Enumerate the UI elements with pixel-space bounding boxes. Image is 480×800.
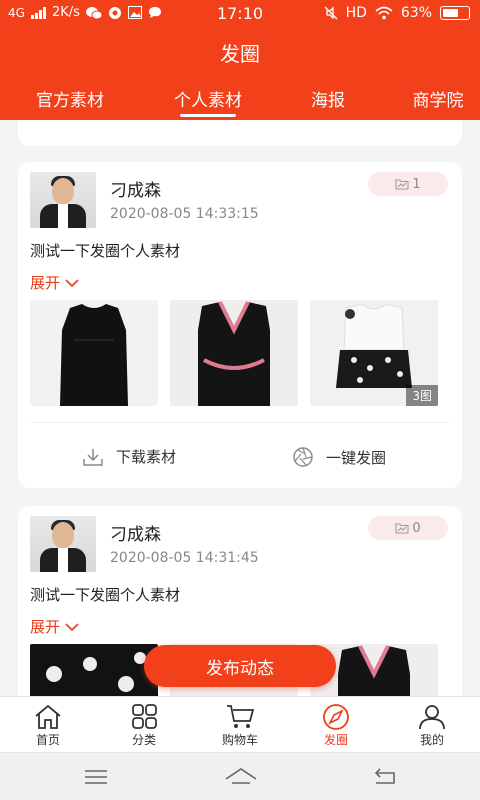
active-tab-indicator [180, 114, 236, 117]
folder-icon [395, 523, 409, 534]
nav-me[interactable]: 我的 [384, 697, 480, 752]
expand-label: 展开 [30, 274, 61, 292]
nav-label: 发圈 [323, 733, 348, 747]
share-count-badge: 0 [368, 516, 448, 540]
tab-bar: 官方素材 个人素材 海报 商学院 [0, 86, 480, 120]
status-right: HD 63% [324, 5, 470, 21]
tab-label: 个人素材 [174, 91, 242, 111]
tab-business-school[interactable]: 商学院 [378, 86, 480, 111]
tab-label: 商学院 [412, 91, 464, 111]
post-time: 2020-08-05 14:33:15 [110, 206, 259, 222]
mute-icon [324, 6, 338, 20]
nav-cart[interactable]: 购物车 [192, 697, 288, 752]
battery-icon [440, 6, 470, 20]
nav-label: 我的 [419, 733, 444, 747]
expand-button[interactable]: 展开 [30, 272, 80, 293]
aperture-icon [293, 447, 313, 467]
previous-card [18, 120, 462, 146]
battery-percent: 63% [400, 5, 432, 21]
chevron-down-icon [65, 278, 79, 287]
author-name: 刁成森 [110, 181, 161, 201]
tab-label: 海报 [311, 91, 345, 111]
nav-category[interactable]: 分类 [96, 697, 192, 752]
home-icon [35, 704, 61, 729]
status-bar: 4G 2K/s 17:10 HD 63% [0, 0, 480, 28]
avatar[interactable] [30, 172, 96, 228]
post-text: 测试一下发圈个人素材 [30, 586, 181, 604]
share-count-badge: 1 [368, 172, 448, 196]
download-material-button[interactable]: 下载素材 [82, 446, 176, 467]
one-click-share-button[interactable]: 一键发圈 [292, 446, 386, 468]
tab-official-material[interactable]: 官方素材 [10, 86, 130, 111]
bottom-nav: 首页 分类 购物车 发圈 我的 [0, 696, 480, 752]
post-time: 2020-08-05 14:31:45 [110, 550, 259, 566]
home-nav-icon[interactable] [224, 765, 258, 789]
share-count: 1 [412, 176, 421, 192]
chevron-down-icon [65, 622, 79, 631]
folder-icon [395, 179, 409, 190]
wifi-icon [375, 6, 393, 20]
post-card: 刁成森 2020-08-05 14:33:15 1 测试一下发圈个人素材 展开 … [18, 162, 462, 488]
nav-label: 首页 [35, 733, 60, 747]
nav-moments[interactable]: 发圈 [288, 697, 384, 752]
author-name: 刁成森 [110, 525, 161, 545]
share-label: 一键发圈 [326, 448, 387, 467]
photo-count-badge: 3图 [406, 385, 438, 406]
nav-label: 分类 [131, 733, 156, 747]
publish-label: 发布动态 [206, 658, 274, 679]
avatar[interactable] [30, 516, 96, 572]
menu-icon[interactable] [82, 765, 110, 789]
system-nav-bar [0, 752, 480, 800]
tab-poster[interactable]: 海报 [268, 86, 388, 111]
tab-personal-material[interactable]: 个人素材 [148, 86, 268, 117]
back-icon[interactable] [372, 765, 400, 789]
tab-label: 官方素材 [36, 91, 104, 111]
divider [30, 422, 450, 423]
post-photo[interactable]: 3图 [310, 300, 438, 406]
post-text: 测试一下发圈个人素材 [30, 242, 181, 260]
hd-label: HD [345, 5, 367, 21]
download-icon [83, 448, 103, 466]
feed[interactable]: 刁成森 2020-08-05 14:33:15 1 测试一下发圈个人素材 展开 … [0, 120, 480, 696]
compass-icon [323, 704, 349, 730]
expand-label: 展开 [30, 618, 61, 636]
expand-button[interactable]: 展开 [30, 616, 80, 637]
nav-label: 购物车 [221, 733, 258, 747]
user-icon [419, 705, 445, 730]
publish-post-button[interactable]: 发布动态 [144, 645, 336, 687]
category-icon [132, 704, 157, 729]
download-label: 下载素材 [116, 448, 177, 466]
post-photo[interactable] [30, 644, 158, 696]
battery-fill [443, 9, 459, 17]
page-title: 发圈 [220, 42, 260, 66]
cart-icon [227, 705, 255, 728]
post-photo[interactable] [170, 300, 298, 406]
post-photo[interactable] [30, 300, 158, 406]
app-bar: 发圈 官方素材 个人素材 海报 商学院 [0, 28, 480, 120]
share-count: 0 [412, 520, 421, 536]
nav-home[interactable]: 首页 [0, 697, 96, 752]
